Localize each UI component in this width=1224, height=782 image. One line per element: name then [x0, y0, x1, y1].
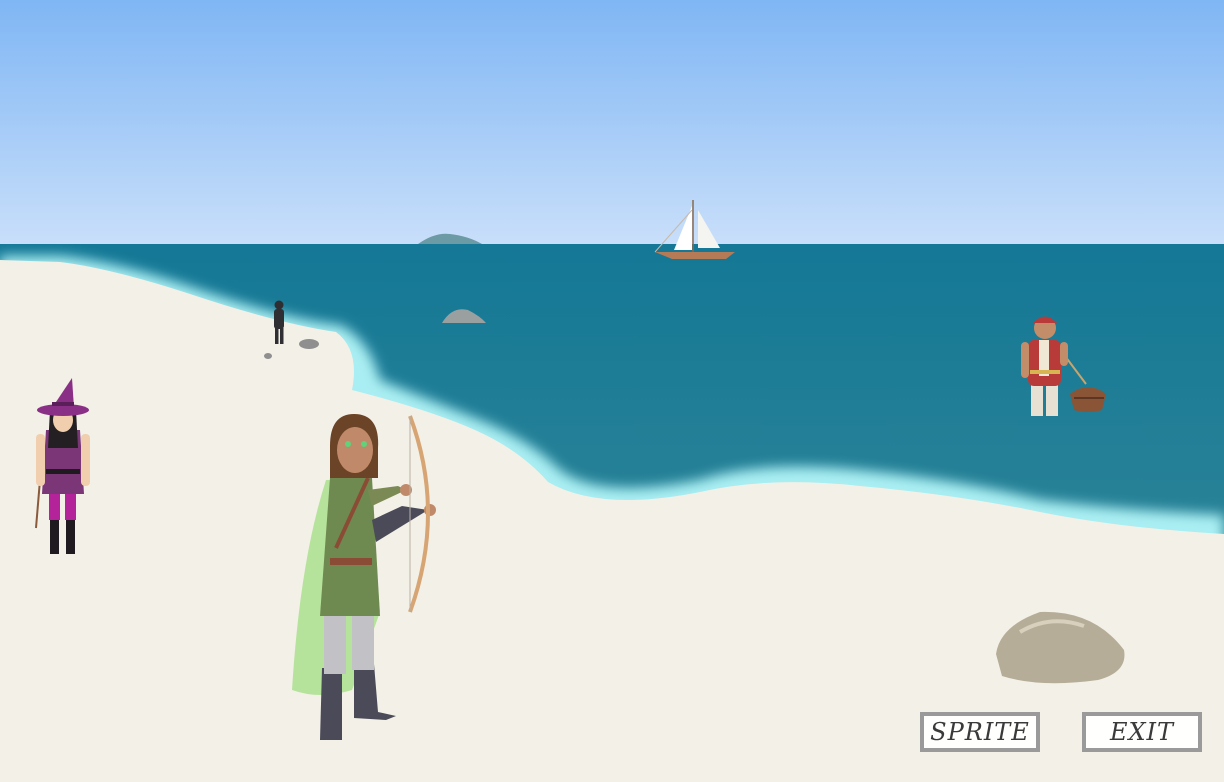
- beach-pebble: [264, 353, 272, 359]
- exit-button[interactable]: EXIT: [1082, 712, 1202, 752]
- sky: [0, 0, 1224, 246]
- sprite-button[interactable]: SPRITE: [920, 712, 1040, 752]
- beach-rock: [299, 339, 319, 349]
- beach-scene: [0, 0, 1224, 782]
